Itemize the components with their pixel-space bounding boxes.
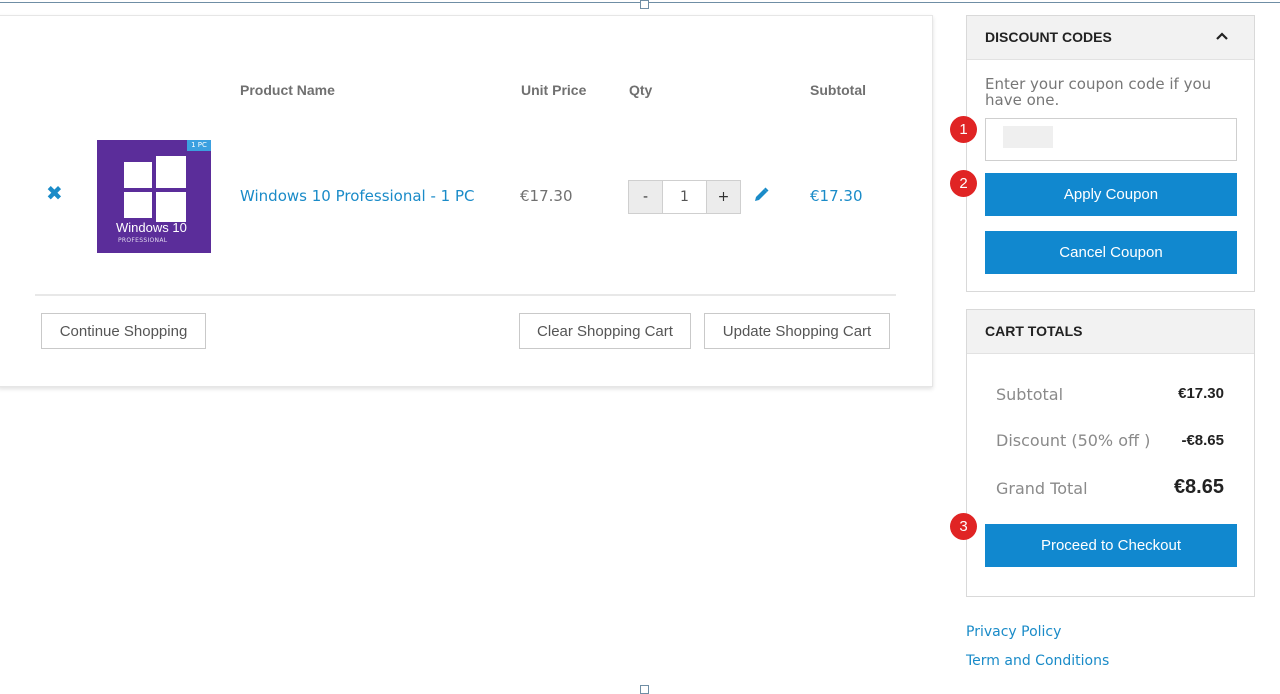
resize-handle-top (640, 0, 649, 9)
update-cart-button[interactable]: Update Shopping Cart (704, 313, 890, 349)
qty-decrease-button[interactable]: - (629, 181, 662, 213)
redacted-coupon-text (1003, 126, 1053, 148)
cart-panel: Product Name Unit Price Qty Subtotal ✖ 1… (0, 15, 933, 387)
cart-totals-header: CART TOTALS (967, 310, 1254, 354)
totals-subtotal-value: €17.30 (1178, 385, 1224, 402)
terms-link[interactable]: Term and Conditions (966, 653, 1109, 669)
privacy-policy-link[interactable]: Privacy Policy (966, 624, 1061, 640)
apply-coupon-button[interactable]: Apply Coupon (985, 173, 1237, 216)
cart-totals-title: CART TOTALS (985, 323, 1083, 339)
cart-divider (35, 294, 896, 296)
pc-tag: 1 PC (187, 140, 211, 151)
step-badge-2: 2 (950, 170, 977, 197)
totals-grand-label: Grand Total (996, 479, 1088, 498)
row-subtotal: €17.30 (810, 187, 863, 205)
totals-grand-value: €8.65 (1173, 476, 1224, 498)
step-badge-3: 3 (950, 513, 977, 540)
header-qty: Qty (629, 82, 653, 98)
continue-shopping-button[interactable]: Continue Shopping (41, 313, 206, 349)
cancel-coupon-button[interactable]: Cancel Coupon (985, 231, 1237, 274)
totals-discount-value: -€8.65 (1181, 432, 1224, 449)
product-thumbnail[interactable]: 1 PC Windows 10 PROFESSIONAL (97, 140, 211, 253)
discount-codes-block: DISCOUNT CODES Enter your coupon code if… (966, 15, 1255, 292)
step-badge-1: 1 (950, 116, 977, 143)
header-unit-price: Unit Price (521, 82, 587, 98)
qty-increase-button[interactable]: + (707, 181, 740, 213)
thumb-brand-text: Windows 10 (116, 220, 187, 235)
thumb-sub-text: PROFESSIONAL (118, 237, 168, 244)
qty-input[interactable]: 1 (662, 181, 707, 213)
cart-totals-block: CART TOTALS Subtotal €17.30 Discount (50… (966, 309, 1255, 597)
proceed-to-checkout-button[interactable]: Proceed to Checkout (985, 524, 1237, 567)
totals-subtotal-label: Subtotal (996, 385, 1064, 404)
discount-codes-title: DISCOUNT CODES (985, 29, 1112, 45)
product-name-link[interactable]: Windows 10 Professional - 1 PC (240, 187, 475, 205)
chevron-up-icon[interactable] (1216, 31, 1228, 41)
quantity-stepper: - 1 + (628, 180, 741, 214)
discount-codes-header[interactable]: DISCOUNT CODES (967, 16, 1254, 60)
clear-cart-button[interactable]: Clear Shopping Cart (519, 313, 691, 349)
header-subtotal: Subtotal (810, 82, 866, 98)
edit-pencil-icon[interactable] (752, 186, 770, 204)
coupon-hint: Enter your coupon code if you have one. (985, 75, 1212, 109)
unit-price: €17.30 (520, 187, 573, 205)
remove-item-icon[interactable]: ✖ (46, 183, 63, 203)
windows-logo-icon (124, 156, 186, 222)
totals-discount-label: Discount (50% off ) (996, 431, 1151, 450)
header-product-name: Product Name (240, 82, 335, 98)
